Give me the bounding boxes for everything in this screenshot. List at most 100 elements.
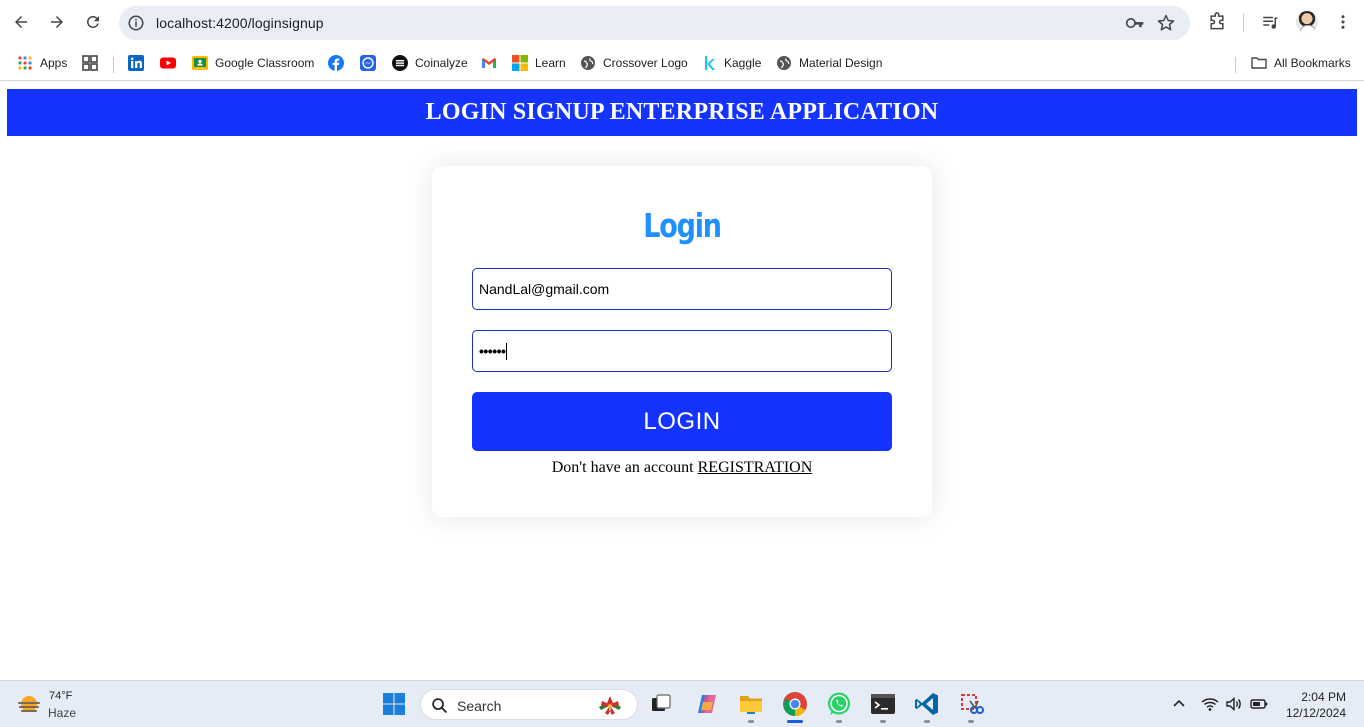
copilot-icon bbox=[698, 695, 716, 713]
chrome-button[interactable] bbox=[780, 689, 810, 719]
bookmark-material-design[interactable]: Material Design bbox=[776, 52, 882, 74]
linkedin-icon bbox=[128, 55, 144, 71]
clock-time: 2:04 PM bbox=[1301, 690, 1346, 704]
battery-button[interactable] bbox=[1250, 695, 1268, 713]
clock-date: 12/12/2024 bbox=[1285, 706, 1346, 720]
address-bar[interactable]: localhost:4200/loginsignup bbox=[119, 6, 1190, 40]
show-hidden-icons-button[interactable] bbox=[1170, 695, 1188, 713]
terminal-button[interactable] bbox=[868, 689, 898, 719]
app-header-title: LOGIN SIGNUP ENTERPRISE APPLICATION bbox=[425, 99, 939, 125]
login-button[interactable]: LOGIN bbox=[472, 392, 892, 451]
tab-groups-icon bbox=[82, 55, 98, 71]
whatsapp-icon bbox=[828, 692, 850, 715]
bookmarks-bar: Apps Google Classroom Coinalyze Learn Cr… bbox=[0, 45, 1364, 81]
start-button[interactable] bbox=[379, 689, 409, 719]
bookmark-google-classroom[interactable]: Google Classroom bbox=[192, 52, 314, 74]
haze-weather-icon bbox=[18, 696, 40, 712]
facebook-icon bbox=[328, 55, 344, 71]
google-classroom-icon bbox=[192, 55, 208, 71]
bookmark-learn[interactable]: Learn bbox=[512, 52, 566, 74]
all-bookmarks-button[interactable]: All Bookmarks bbox=[1251, 52, 1351, 74]
login-title: Login bbox=[643, 206, 722, 245]
folder-icon bbox=[1251, 55, 1267, 71]
network-button[interactable] bbox=[1201, 695, 1219, 713]
snipping-tool-button[interactable] bbox=[956, 689, 986, 719]
search-icon bbox=[432, 698, 447, 713]
bookmark-star-icon[interactable] bbox=[1156, 13, 1176, 33]
chrome-icon bbox=[783, 692, 807, 716]
arrow-right-icon bbox=[51, 16, 63, 28]
battery-icon bbox=[1250, 699, 1268, 709]
profile-avatar[interactable] bbox=[1296, 11, 1318, 33]
youtube-icon bbox=[160, 55, 176, 71]
microsoft-icon bbox=[512, 55, 528, 71]
password-input[interactable] bbox=[472, 330, 892, 372]
login-card: Login LOGIN Don't have an account REGIST… bbox=[432, 166, 932, 517]
chevron-up-icon bbox=[1173, 699, 1185, 707]
weather-widget[interactable]: 74°F Haze bbox=[16, 689, 116, 721]
forward-button[interactable] bbox=[44, 9, 70, 35]
signup-prompt-text: Don't have an account bbox=[551, 459, 694, 476]
bookmark-coinalyze[interactable]: Coinalyze bbox=[392, 52, 468, 74]
signup-prompt: Don't have an account REGISTRATION bbox=[432, 459, 932, 477]
extensions-button[interactable] bbox=[1206, 11, 1228, 33]
bookmark-gmail[interactable] bbox=[481, 52, 504, 74]
bookmark-kaggle[interactable]: Kaggle bbox=[701, 52, 761, 74]
weather-condition: Haze bbox=[48, 706, 77, 720]
toolbar-divider bbox=[1243, 14, 1244, 32]
email-input[interactable] bbox=[472, 268, 892, 310]
volume-button[interactable] bbox=[1225, 695, 1243, 713]
weather-temperature: 74°F bbox=[49, 690, 73, 702]
running-indicator bbox=[880, 720, 886, 723]
bookmark-linkedin[interactable] bbox=[128, 52, 151, 74]
playlist-icon bbox=[1263, 16, 1278, 29]
vscode-button[interactable] bbox=[912, 689, 942, 719]
browser-toolbar: localhost:4200/loginsignup bbox=[0, 0, 1364, 45]
password-key-icon[interactable] bbox=[1125, 14, 1145, 32]
taskbar-search[interactable]: Search bbox=[420, 689, 638, 720]
kaggle-icon bbox=[701, 55, 717, 71]
folder-icon bbox=[740, 696, 762, 714]
whatsapp-button[interactable] bbox=[824, 689, 854, 719]
bookmark-youtube[interactable] bbox=[160, 52, 183, 74]
bookmark-label: Learn bbox=[535, 56, 566, 70]
running-indicator bbox=[924, 720, 930, 723]
task-view-icon bbox=[652, 694, 671, 711]
registration-link[interactable]: REGISTRATION bbox=[698, 459, 813, 476]
globe-icon bbox=[776, 55, 792, 71]
bookmark-facebook[interactable] bbox=[328, 52, 351, 74]
windows-logo-icon bbox=[383, 693, 405, 715]
bookmark-messenger[interactable] bbox=[360, 52, 383, 74]
globe-icon bbox=[580, 55, 596, 71]
taskbar-clock[interactable]: 2:04 PM 12/12/2024 bbox=[1286, 689, 1346, 721]
app-header: LOGIN SIGNUP ENTERPRISE APPLICATION bbox=[7, 89, 1357, 136]
running-indicator bbox=[968, 720, 974, 723]
bookmark-tab-groups[interactable] bbox=[82, 52, 105, 74]
url-text: localhost:4200/loginsignup bbox=[156, 15, 324, 31]
reload-button[interactable] bbox=[80, 9, 106, 35]
browser-menu-button[interactable] bbox=[1332, 11, 1354, 33]
apps-grid-icon bbox=[17, 55, 33, 71]
bookmark-label: Coinalyze bbox=[415, 56, 468, 70]
bookmark-apps[interactable]: Apps bbox=[17, 52, 67, 74]
bookmark-label: Google Classroom bbox=[215, 56, 315, 70]
bookmark-label: Crossover Logo bbox=[603, 56, 688, 70]
copilot-button[interactable] bbox=[692, 689, 722, 719]
site-info-icon[interactable] bbox=[127, 14, 145, 32]
reload-icon bbox=[86, 15, 99, 28]
gmail-icon bbox=[481, 55, 497, 71]
media-control-button[interactable] bbox=[1259, 11, 1281, 33]
arrow-left-icon bbox=[15, 16, 27, 28]
coinalyze-icon bbox=[392, 55, 408, 71]
bookmark-crossover-logo[interactable]: Crossover Logo bbox=[580, 52, 688, 74]
text-cursor bbox=[506, 343, 507, 360]
task-view-button[interactable] bbox=[646, 689, 676, 719]
back-button[interactable] bbox=[8, 9, 34, 35]
file-explorer-button[interactable] bbox=[736, 689, 766, 719]
bookmark-label: Apps bbox=[40, 56, 68, 70]
wifi-icon bbox=[1201, 698, 1219, 711]
bookmark-label: Kaggle bbox=[724, 56, 762, 70]
all-bookmarks-label: All Bookmarks bbox=[1274, 56, 1351, 70]
bookmarks-divider bbox=[113, 57, 114, 73]
windows-taskbar: 74°F Haze Search 2:04 PM 12/12/2024 bbox=[0, 680, 1364, 727]
